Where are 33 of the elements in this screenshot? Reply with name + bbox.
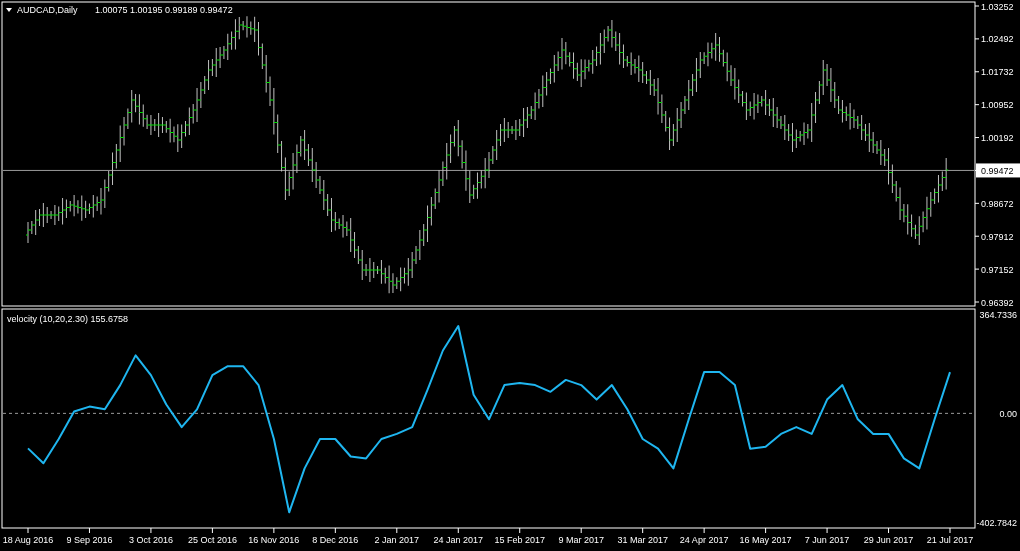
date-axis-label: 3 Oct 2016 — [128, 535, 173, 545]
price-axis-label: 1.00192 — [981, 133, 1014, 144]
price-axis-label: 1.03252 — [981, 1, 1014, 12]
date-axis-label: 24 Jan 2017 — [433, 535, 484, 545]
symbol-label: AUDCAD,Daily — [17, 5, 78, 15]
date-axis-label: 15 Feb 2017 — [494, 535, 545, 545]
ohlc-values: 1.00075 1.00195 0.99189 0.99472 — [95, 5, 233, 15]
price-axis-label: 1.01732 — [981, 67, 1014, 78]
indicator-axis-label: 0.00 — [999, 408, 1017, 419]
date-axis-label: 8 Dec 2016 — [312, 535, 359, 545]
date-axis-label: 18 Aug 2016 — [2, 535, 54, 545]
price-axis-label: 1.02492 — [981, 34, 1014, 45]
date-axis-label: 24 Apr 2017 — [679, 535, 729, 545]
date-axis-label: 29 Jun 2017 — [863, 535, 914, 545]
date-axis-label: 7 Jun 2017 — [804, 535, 850, 545]
date-axis-label: 9 Sep 2016 — [66, 535, 113, 545]
indicator-axis-label: 364.7336 — [979, 310, 1017, 321]
caret-icon[interactable] — [6, 8, 12, 12]
price-axis-label: 0.97152 — [981, 264, 1014, 275]
date-axis-label: 2 Jan 2017 — [374, 535, 420, 545]
date-axis-label: 16 May 2017 — [739, 535, 792, 545]
price-axis-label: 1.00952 — [981, 100, 1014, 111]
date-axis-label: 25 Oct 2016 — [187, 535, 237, 545]
date-axis-label: 31 Mar 2017 — [617, 535, 668, 545]
current-price-label: 0.99472 — [976, 163, 1020, 178]
indicator-title: velocity (10,20,2.30) 155.6758 — [7, 314, 129, 324]
date-axis-label: 16 Nov 2016 — [248, 535, 300, 545]
indicator-axis-label: -402.7842 — [976, 517, 1017, 528]
price-axis-label: 0.97912 — [981, 231, 1014, 242]
date-axis-label: 21 Jul 2017 — [926, 535, 974, 545]
date-axis-label: 9 Mar 2017 — [558, 535, 604, 545]
price-axis-label: 0.96392 — [981, 297, 1014, 308]
price-axis-label: 0.98672 — [981, 198, 1014, 209]
